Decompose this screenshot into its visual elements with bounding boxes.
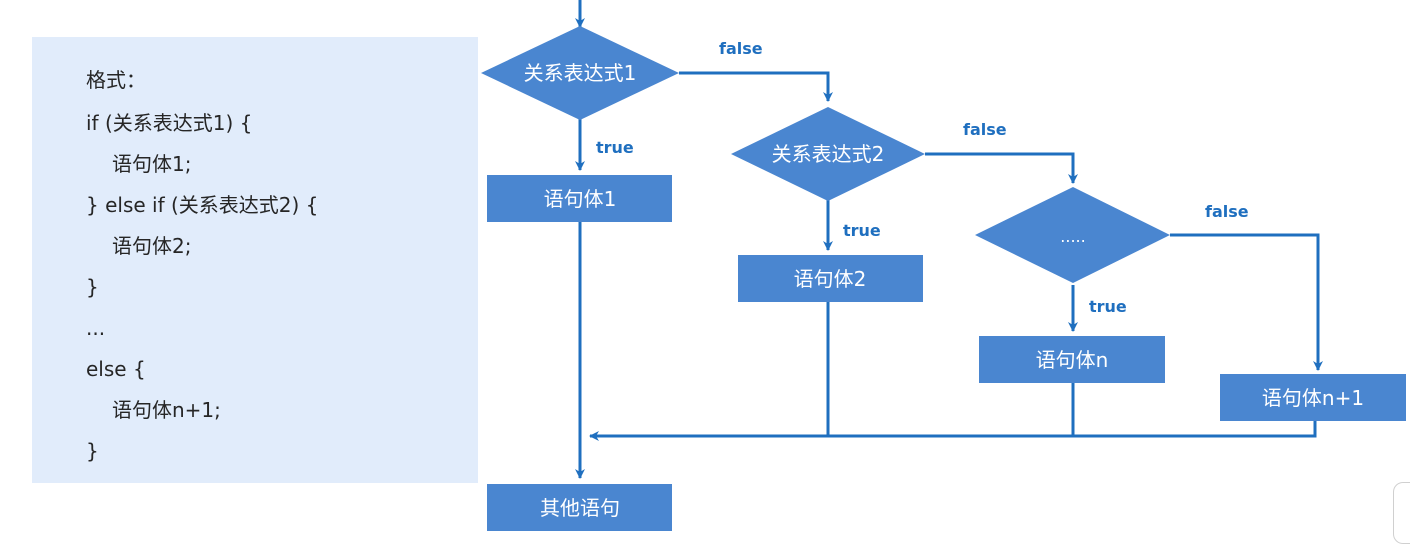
side-panel-tab[interactable] [1393, 482, 1410, 544]
edge-label-false-3: false [1205, 202, 1249, 221]
edge-label-true-1: true [596, 138, 634, 157]
edge-label-true-2: true [843, 221, 881, 240]
statement-label-n-plus-1: 语句体n+1 [1262, 386, 1364, 410]
decision-label-1: 关系表达式1 [524, 61, 637, 85]
if-else-if-flowchart: 关系表达式1 关系表达式2 ..... 语句体1 语句体2 语句体n 语句体n+… [481, 0, 1406, 531]
edge-label-true-3: true [1089, 297, 1127, 316]
edge-label-false-1: false [719, 39, 763, 58]
statement-label-1: 语句体1 [544, 187, 617, 211]
decision-label-3: ..... [1060, 227, 1085, 246]
statement-label-2: 语句体2 [794, 267, 867, 291]
arrow-d2-false [925, 152, 1078, 184]
other-statement-label: 其他语句 [540, 496, 620, 520]
arrow-merge-line [589, 421, 1317, 441]
arrow-d3-false [1170, 233, 1323, 371]
arrow-d1-false [679, 71, 833, 102]
edge-label-false-2: false [963, 120, 1007, 139]
decision-label-2: 关系表达式2 [772, 142, 885, 166]
statement-label-n: 语句体n [1036, 348, 1109, 372]
